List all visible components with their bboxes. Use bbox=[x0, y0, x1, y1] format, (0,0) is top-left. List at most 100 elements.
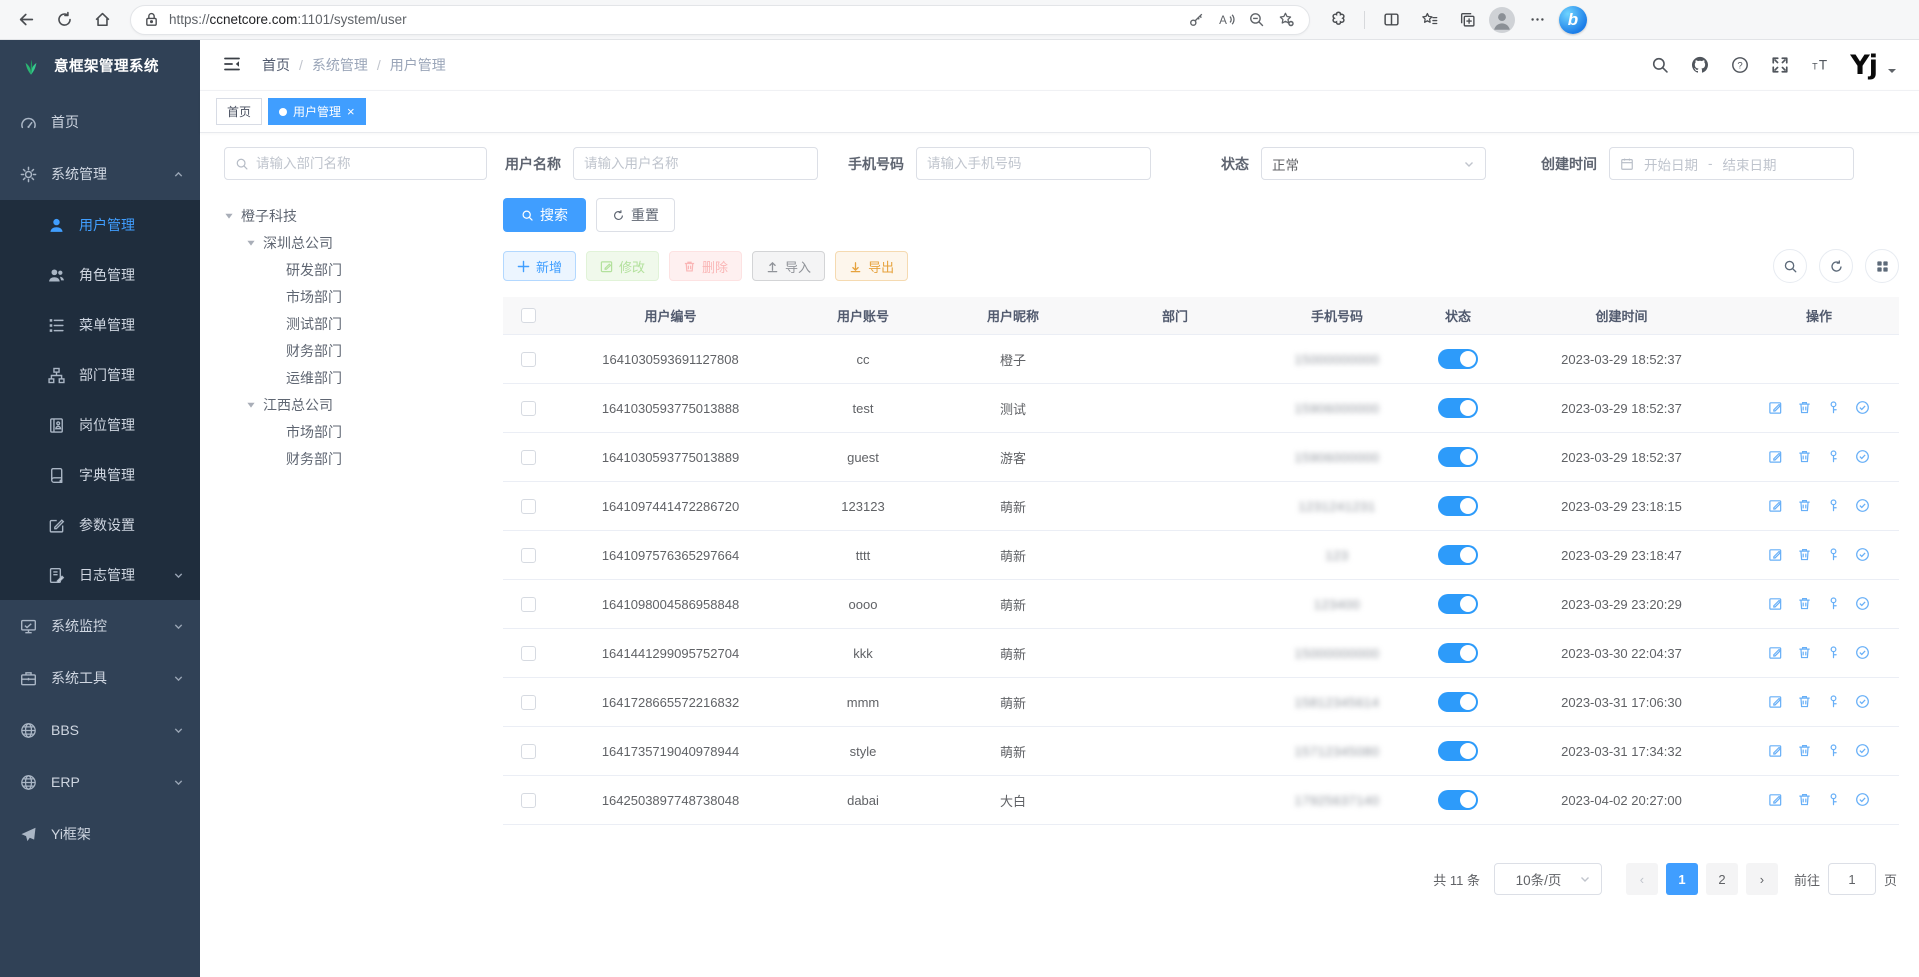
page-size-select[interactable]: 10条/页 bbox=[1494, 863, 1602, 895]
password-key-icon[interactable] bbox=[1183, 7, 1209, 33]
date-range-picker[interactable]: 开始日期 - 结束日期 bbox=[1609, 147, 1854, 180]
row-edit-icon[interactable] bbox=[1768, 792, 1784, 808]
favorites-add-icon[interactable] bbox=[1273, 7, 1299, 33]
row-reset-password-icon[interactable] bbox=[1826, 645, 1842, 661]
row-edit-icon[interactable] bbox=[1768, 498, 1784, 514]
url-text[interactable]: https://ccnetcore.com:1101/system/user bbox=[169, 12, 1175, 27]
export-button[interactable]: 导出 bbox=[835, 251, 908, 281]
sidebar-item-param-settings[interactable]: 参数设置 bbox=[0, 500, 200, 550]
sidebar-collapse-icon[interactable] bbox=[222, 54, 244, 76]
sidebar-item-post-management[interactable]: 岗位管理 bbox=[0, 400, 200, 450]
table-row[interactable]: 1641030593775013888test测试159060000002023… bbox=[503, 384, 1899, 433]
row-assign-role-icon[interactable] bbox=[1855, 645, 1871, 661]
dept-search-input[interactable] bbox=[224, 147, 487, 180]
header-search-icon[interactable] bbox=[1650, 55, 1670, 75]
status-toggle[interactable] bbox=[1438, 790, 1478, 810]
read-aloud-icon[interactable]: A bbox=[1213, 7, 1239, 33]
tab-user-management[interactable]: 用户管理 × bbox=[268, 98, 366, 125]
tab-close-icon[interactable]: × bbox=[347, 105, 355, 118]
row-delete-icon[interactable] bbox=[1797, 400, 1813, 416]
sidebar-item-yi-framework[interactable]: Yi框架 bbox=[0, 808, 200, 860]
tree-node[interactable]: 测试部门 bbox=[224, 310, 487, 337]
table-row[interactable]: 1641728665572216832mmm萌新158123456142023-… bbox=[503, 678, 1899, 727]
row-checkbox[interactable] bbox=[521, 744, 536, 759]
caret-down-icon[interactable] bbox=[224, 211, 234, 221]
row-edit-icon[interactable] bbox=[1768, 694, 1784, 710]
copilot-bing-icon[interactable]: b bbox=[1559, 6, 1587, 34]
row-checkbox[interactable] bbox=[521, 401, 536, 416]
column-settings-icon[interactable] bbox=[1865, 249, 1899, 283]
page-button-1[interactable]: 1 bbox=[1666, 863, 1698, 895]
back-icon[interactable] bbox=[10, 4, 42, 36]
status-select[interactable]: 正常 bbox=[1261, 147, 1486, 180]
status-toggle[interactable] bbox=[1438, 643, 1478, 663]
sidebar-item-user-management[interactable]: 用户管理 bbox=[0, 200, 200, 250]
row-checkbox[interactable] bbox=[521, 646, 536, 661]
row-reset-password-icon[interactable] bbox=[1826, 743, 1842, 759]
row-reset-password-icon[interactable] bbox=[1826, 449, 1842, 465]
sidebar-item-home[interactable]: 首页 bbox=[0, 96, 200, 148]
row-assign-role-icon[interactable] bbox=[1855, 792, 1871, 808]
font-size-icon[interactable]: TT bbox=[1810, 55, 1830, 75]
row-delete-icon[interactable] bbox=[1797, 449, 1813, 465]
row-assign-role-icon[interactable] bbox=[1855, 449, 1871, 465]
row-delete-icon[interactable] bbox=[1797, 694, 1813, 710]
reset-button[interactable]: 重置 bbox=[596, 198, 675, 232]
row-checkbox[interactable] bbox=[521, 548, 536, 563]
sidebar-item-erp[interactable]: ERP bbox=[0, 756, 200, 808]
row-reset-password-icon[interactable] bbox=[1826, 596, 1842, 612]
split-screen-icon[interactable] bbox=[1375, 4, 1407, 36]
tree-node[interactable]: 市场部门 bbox=[224, 418, 487, 445]
row-assign-role-icon[interactable] bbox=[1855, 400, 1871, 416]
table-row[interactable]: 1641735719040978944style萌新15712345080202… bbox=[503, 727, 1899, 776]
sidebar-item-system-monitor[interactable]: 系统监控 bbox=[0, 600, 200, 652]
tree-node[interactable]: 运维部门 bbox=[224, 364, 487, 391]
help-icon[interactable]: ? bbox=[1730, 55, 1750, 75]
row-reset-password-icon[interactable] bbox=[1826, 694, 1842, 710]
app-logo[interactable]: 意框架管理系统 bbox=[0, 40, 200, 90]
favorites-bar-icon[interactable] bbox=[1413, 4, 1445, 36]
breadcrumb-home[interactable]: 首页 bbox=[262, 55, 290, 75]
prev-page-button[interactable]: ‹ bbox=[1626, 863, 1658, 895]
row-checkbox[interactable] bbox=[521, 450, 536, 465]
edit-button[interactable]: 修改 bbox=[586, 251, 659, 281]
row-assign-role-icon[interactable] bbox=[1855, 694, 1871, 710]
username-input[interactable] bbox=[573, 147, 818, 180]
table-row[interactable]: 1641098004586958848oooo萌新1234002023-03-2… bbox=[503, 580, 1899, 629]
collections-icon[interactable] bbox=[1451, 4, 1483, 36]
user-menu-caret-icon[interactable] bbox=[1887, 63, 1897, 81]
row-assign-role-icon[interactable] bbox=[1855, 743, 1871, 759]
page-button-2[interactable]: 2 bbox=[1706, 863, 1738, 895]
row-assign-role-icon[interactable] bbox=[1855, 547, 1871, 563]
row-delete-icon[interactable] bbox=[1797, 645, 1813, 661]
user-avatar-logo[interactable]: Yj bbox=[1850, 52, 1877, 79]
row-reset-password-icon[interactable] bbox=[1826, 498, 1842, 514]
row-checkbox[interactable] bbox=[521, 793, 536, 808]
tab-home[interactable]: 首页 bbox=[216, 98, 262, 125]
status-toggle[interactable] bbox=[1438, 349, 1478, 369]
status-toggle[interactable] bbox=[1438, 447, 1478, 467]
status-toggle[interactable] bbox=[1438, 741, 1478, 761]
phone-input[interactable] bbox=[916, 147, 1151, 180]
table-row[interactable]: 1641030593775013889guest游客15906000000202… bbox=[503, 433, 1899, 482]
sidebar-item-bbs[interactable]: BBS bbox=[0, 704, 200, 756]
tree-node[interactable]: 财务部门 bbox=[224, 337, 487, 364]
row-edit-icon[interactable] bbox=[1768, 645, 1784, 661]
more-menu-icon[interactable] bbox=[1521, 4, 1553, 36]
row-delete-icon[interactable] bbox=[1797, 596, 1813, 612]
row-delete-icon[interactable] bbox=[1797, 743, 1813, 759]
sidebar-item-system-tools[interactable]: 系统工具 bbox=[0, 652, 200, 704]
sidebar-item-role-management[interactable]: 角色管理 bbox=[0, 250, 200, 300]
caret-down-icon[interactable] bbox=[246, 400, 256, 410]
tree-node[interactable]: 市场部门 bbox=[224, 283, 487, 310]
status-toggle[interactable] bbox=[1438, 692, 1478, 712]
sidebar-item-menu-management[interactable]: 菜单管理 bbox=[0, 300, 200, 350]
table-row[interactable]: 1642503897748738048dabai大白17925637140202… bbox=[503, 776, 1899, 825]
row-delete-icon[interactable] bbox=[1797, 498, 1813, 514]
table-row[interactable]: 1641097576365297664tttt萌新1232023-03-29 2… bbox=[503, 531, 1899, 580]
sidebar-item-dict-management[interactable]: 字典管理 bbox=[0, 450, 200, 500]
row-delete-icon[interactable] bbox=[1797, 547, 1813, 563]
tree-node[interactable]: 江西总公司 bbox=[224, 391, 487, 418]
address-bar[interactable]: https://ccnetcore.com:1101/system/user A bbox=[130, 5, 1310, 35]
github-icon[interactable] bbox=[1690, 55, 1710, 75]
